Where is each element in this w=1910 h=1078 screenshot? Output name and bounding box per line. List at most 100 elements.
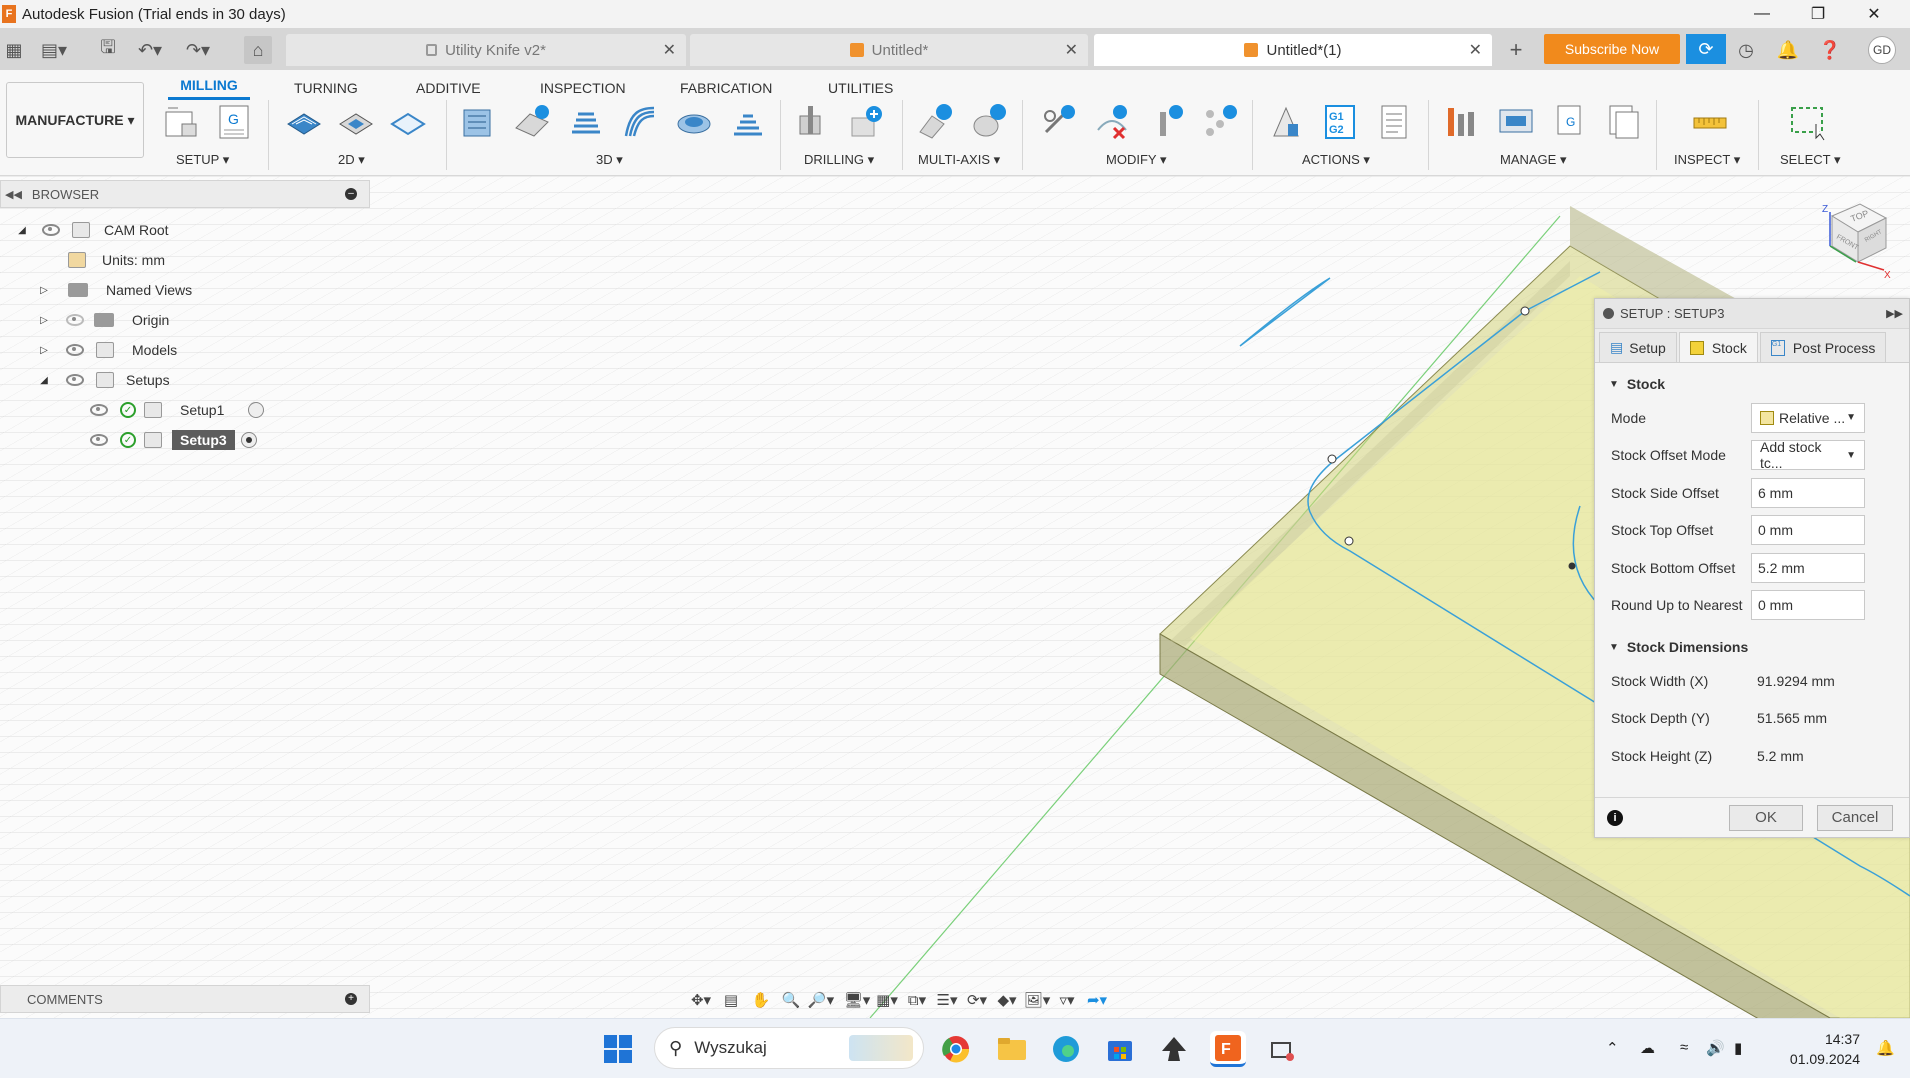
drill-tool[interactable]	[790, 100, 834, 144]
home-icon[interactable]: ⌂	[244, 36, 272, 64]
cloud-sync-icon[interactable]: ☁	[1640, 1039, 1655, 1057]
notifications-icon[interactable]: 🔔	[1774, 36, 1802, 64]
environment-icon[interactable]: 🖼▾	[1022, 988, 1052, 1012]
post-library-tool[interactable]: G	[1548, 100, 1592, 144]
tab-stock[interactable]: Stock	[1678, 332, 1758, 362]
visual-style-icon[interactable]: ◆▾	[992, 988, 1022, 1012]
simulate-tool[interactable]	[1264, 100, 1308, 144]
active-radio[interactable]	[240, 432, 257, 448]
tree-item-setups[interactable]: ◢ Setups	[38, 368, 170, 392]
group-select[interactable]: SELECT ▾	[1780, 152, 1840, 168]
minimize-button[interactable]: —	[1734, 0, 1790, 28]
tab-milling[interactable]: MILLING	[168, 74, 250, 100]
workspace-switcher[interactable]: MANUFACTURE ▾	[6, 82, 144, 158]
3d-parallel-tool[interactable]	[564, 100, 608, 144]
redo-icon[interactable]: ↷▾	[184, 36, 212, 64]
expand-icon[interactable]: ▷	[38, 285, 50, 296]
online-status-icon[interactable]: ⟳	[1686, 34, 1726, 64]
3d-pocket-tool[interactable]	[510, 100, 554, 144]
expand-icon[interactable]: ▷	[38, 345, 50, 356]
hidden-eye-icon[interactable]	[66, 314, 84, 326]
close-tab-icon[interactable]: ✕	[1469, 40, 1482, 60]
2d-pocket-tool[interactable]	[334, 100, 378, 144]
orbit-mode-icon[interactable]: ⟳▾	[962, 988, 992, 1012]
stock-section-header[interactable]: ▼ Stock	[1595, 369, 1909, 399]
viewports-icon[interactable]: ⧉▾	[902, 988, 932, 1012]
add-comment-icon[interactable]: +	[345, 993, 357, 1005]
hole-recognition-tool[interactable]	[844, 100, 888, 144]
show-hidden-icons[interactable]: ⌃	[1606, 1039, 1619, 1057]
tree-item-models[interactable]: ▷ Models	[38, 338, 177, 362]
ok-button[interactable]: OK	[1729, 804, 1803, 831]
activate-radio[interactable]	[248, 402, 264, 418]
3d-contour-tool[interactable]	[618, 100, 662, 144]
stock-top-offset-input[interactable]: 0 mm	[1751, 515, 1865, 546]
nc-program-tool[interactable]: G	[212, 100, 256, 144]
tab-turning[interactable]: TURNING	[294, 74, 358, 100]
tool-library-tool[interactable]	[1440, 100, 1484, 144]
visibility-eye-icon[interactable]	[66, 344, 84, 356]
section-analysis-icon[interactable]: ☰▾	[932, 988, 962, 1012]
tree-item-setup1[interactable]: ✓ Setup1	[90, 398, 264, 422]
comments-panel[interactable]: COMMENTS +	[0, 985, 370, 1013]
round-up-input[interactable]: 0 mm	[1751, 590, 1865, 621]
minimize-panel-icon[interactable]: –	[345, 188, 357, 200]
tab-inspection[interactable]: INSPECTION	[540, 74, 626, 100]
save-icon[interactable]: 🖫	[94, 36, 122, 64]
visibility-eye-icon[interactable]	[90, 434, 108, 446]
job-status-icon[interactable]: ◷	[1732, 36, 1760, 64]
pattern-tool[interactable]	[1198, 100, 1242, 144]
tab-post-process[interactable]: G1 Post Process	[1759, 332, 1887, 362]
chrome-icon[interactable]	[938, 1031, 974, 1067]
trim-toolpath-tool[interactable]	[1036, 100, 1080, 144]
template-library-tool[interactable]	[1602, 100, 1646, 144]
group-modify[interactable]: MODIFY ▾	[1106, 152, 1166, 168]
notification-bell-icon[interactable]: 🔔	[1876, 1039, 1895, 1057]
new-tab-icon[interactable]: +	[1502, 36, 1530, 64]
simulation-display-icon[interactable]: ➦▾	[1082, 988, 1112, 1012]
look-at-icon[interactable]: ▤	[716, 988, 746, 1012]
delete-toolpath-tool[interactable]	[1090, 100, 1134, 144]
tool-display-icon[interactable]: ▿▾	[1052, 988, 1082, 1012]
undo-icon[interactable]: ↶▾	[136, 36, 164, 64]
group-inspect[interactable]: INSPECT ▾	[1674, 152, 1740, 168]
group-manage[interactable]: MANAGE ▾	[1500, 152, 1566, 168]
stock-bottom-offset-input[interactable]: 5.2 mm	[1751, 552, 1865, 583]
fit-icon[interactable]: 🔎▾	[806, 988, 836, 1012]
2d-face-tool[interactable]	[386, 100, 430, 144]
dialog-collapse-icon[interactable]	[1603, 308, 1614, 319]
volume-icon[interactable]: 🔊	[1706, 1039, 1725, 1057]
tab-untitled[interactable]: Untitled* ✕	[690, 34, 1088, 66]
stock-side-offset-input[interactable]: 6 mm	[1751, 477, 1865, 508]
info-icon[interactable]: i	[1607, 809, 1623, 826]
tree-item-origin[interactable]: ▷ Origin	[38, 308, 169, 332]
new-setup-tool[interactable]	[160, 100, 204, 144]
expand-icon[interactable]: ◢	[38, 375, 50, 386]
tab-fabrication[interactable]: FABRICATION	[680, 74, 772, 100]
setup-sheet-tool[interactable]	[1372, 100, 1416, 144]
expand-icon[interactable]: ◢	[16, 225, 28, 236]
fusion-icon[interactable]: F	[1210, 1031, 1246, 1067]
snipping-tool-icon[interactable]	[1264, 1031, 1300, 1067]
browser-header[interactable]: ◀◀ BROWSER –	[0, 180, 370, 208]
3d-scallop-tool[interactable]	[672, 100, 716, 144]
collapse-panel-icon[interactable]: ◀◀	[5, 188, 22, 201]
restore-button[interactable]: ❐	[1790, 0, 1846, 28]
file-explorer-icon[interactable]	[994, 1031, 1030, 1067]
stock-offset-mode-select[interactable]: Add stock tc... ▼	[1751, 439, 1865, 471]
battery-icon[interactable]: ▮	[1734, 1039, 1742, 1057]
window-select-tool[interactable]	[1786, 100, 1830, 144]
file-menu-icon[interactable]: ▤▾	[40, 36, 68, 64]
2d-adaptive-tool[interactable]	[282, 100, 326, 144]
view-cube[interactable]: TOP FRONT RIGHT Z X	[1802, 198, 1892, 281]
group-setup[interactable]: SETUP ▾	[176, 152, 229, 168]
tab-additive[interactable]: ADDITIVE	[416, 74, 481, 100]
collapse-section-icon[interactable]: ▼	[1609, 642, 1619, 653]
dialog-header[interactable]: SETUP : SETUP3 ▶▶	[1595, 299, 1909, 329]
edge-icon[interactable]	[1048, 1031, 1084, 1067]
tab-utilities[interactable]: UTILITIES	[828, 74, 893, 100]
app-grid-icon[interactable]: ▦	[0, 36, 28, 64]
expand-icon[interactable]: ▷	[38, 315, 50, 326]
cancel-button[interactable]: Cancel	[1817, 804, 1893, 831]
group-actions[interactable]: ACTIONS ▾	[1302, 152, 1370, 168]
